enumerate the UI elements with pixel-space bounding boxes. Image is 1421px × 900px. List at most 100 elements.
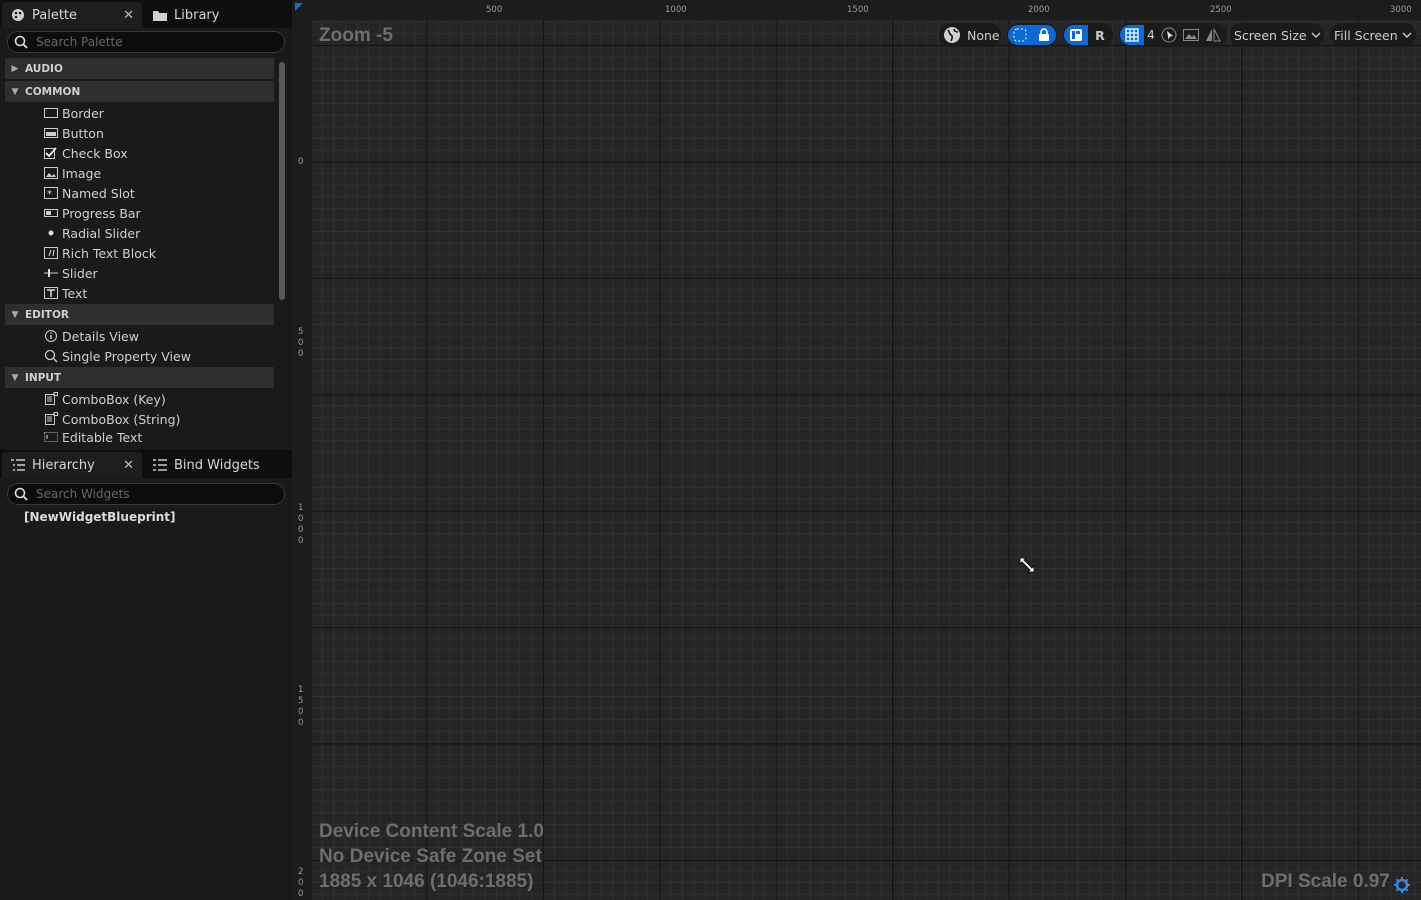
category-label: EDITOR <box>25 308 69 321</box>
designer-grid[interactable] <box>312 20 1421 900</box>
palette-tabbar: Palette ✕ Library <box>0 0 292 28</box>
hierarchy-search-box[interactable] <box>7 483 285 505</box>
palette-item-details-view[interactable]: Details View <box>44 326 139 346</box>
cursor-icon <box>1161 27 1177 43</box>
category-input[interactable]: ▼ INPUT <box>5 367 274 388</box>
ruler-corner <box>292 0 312 20</box>
palette-item-combobox-key[interactable]: ComboBox (Key) <box>44 389 166 409</box>
chevron-down-icon <box>1311 32 1321 38</box>
category-common[interactable]: ▼ COMMON <box>5 81 274 102</box>
collapse-down-icon: ▼ <box>11 372 19 383</box>
close-icon[interactable]: ✕ <box>123 8 134 23</box>
ruler-tick-label: 1000 <box>665 5 687 15</box>
item-label: Slider <box>62 265 98 281</box>
lock-button[interactable] <box>1032 25 1056 45</box>
category-audio[interactable]: ▶ AUDIO <box>5 58 274 79</box>
palette-item-button[interactable]: Button <box>44 123 104 143</box>
dpi-scale: DPI Scale 0.97 <box>1261 871 1390 892</box>
palette-search-box[interactable] <box>7 31 285 53</box>
ruler-tick-label: 2500 <box>1210 5 1232 15</box>
list-icon <box>152 457 168 473</box>
item-label: Single Property View <box>62 348 191 364</box>
item-label: Editable Text <box>62 429 143 445</box>
chevron-down-icon <box>1402 32 1412 38</box>
palette-item-progress-bar[interactable]: Progress Bar <box>44 203 141 223</box>
palette-item-editable-text[interactable]: Editable Text <box>44 429 142 445</box>
close-icon[interactable]: ✕ <box>123 458 134 473</box>
hierarchy-root-item[interactable]: [NewWidgetBlueprint] <box>24 510 175 524</box>
palette-scrollbar[interactable] <box>279 62 285 300</box>
palette-item-named-slot[interactable]: * Named Slot <box>44 183 135 203</box>
palette-item-combobox-string[interactable]: ComboBox (String) <box>44 409 180 429</box>
item-label: Named Slot <box>62 185 135 201</box>
svg-text:*: * <box>47 189 52 199</box>
palette-item-single-property-view[interactable]: Single Property View <box>44 346 191 366</box>
safe-zone-status: No Device Safe Zone Set <box>319 846 542 867</box>
select-mode-button[interactable] <box>1008 25 1032 45</box>
palette-item-slider[interactable]: Slider <box>44 263 98 283</box>
item-label: Details View <box>62 328 139 344</box>
palette-item-text[interactable]: Text <box>44 283 87 303</box>
cursor-preview-button[interactable] <box>1158 25 1180 45</box>
layout-transform-button[interactable] <box>1064 25 1088 45</box>
search-icon <box>14 35 28 49</box>
flip-preview-button[interactable] <box>1202 25 1224 45</box>
palette-item-check-box[interactable]: Check Box <box>44 143 128 163</box>
palette-item-rich-text-block[interactable]: Rich Text Block <box>44 243 156 263</box>
tab-library[interactable]: Library <box>144 2 284 28</box>
tab-bind-widgets[interactable]: Bind Widgets <box>144 452 284 478</box>
item-label: Button <box>62 125 104 141</box>
layout-icon <box>1070 29 1082 41</box>
item-label: ComboBox (String) <box>62 411 181 427</box>
ruler-tick-label: 500 <box>486 5 503 15</box>
palette-item-radial-slider[interactable]: Radial Slider <box>44 223 140 243</box>
collapse-down-icon: ▼ <box>11 309 19 320</box>
resize-cursor-icon <box>1019 557 1035 573</box>
background-preview-button[interactable] <box>1180 25 1202 45</box>
tab-palette[interactable]: Palette ✕ <box>2 2 142 28</box>
folder-icon <box>152 7 168 23</box>
palette-item-border[interactable]: Border <box>44 103 104 123</box>
ruler-tick-label: 3000 <box>1390 5 1412 15</box>
tab-bind-widgets-label: Bind Widgets <box>174 457 260 473</box>
ruler-tick-label: 2000 <box>298 867 304 899</box>
grid-snap-group: 4 <box>1119 23 1227 47</box>
combobox-icon <box>44 392 58 405</box>
fill-screen-label: Fill Screen <box>1334 27 1398 43</box>
localization-label: None <box>967 27 1000 43</box>
grid-snap-button[interactable] <box>1120 25 1144 45</box>
flip-icon <box>1206 28 1221 42</box>
hierarchy-search-input[interactable] <box>34 486 258 502</box>
search-icon <box>14 487 28 501</box>
palette-icon <box>10 7 26 23</box>
corner-marker-icon <box>295 3 303 11</box>
palette-search-input[interactable] <box>34 34 258 50</box>
zoom-label: Zoom -5 <box>319 25 393 46</box>
screen-size-label: Screen Size <box>1234 27 1307 43</box>
palette-item-image[interactable]: Image <box>44 163 101 183</box>
localization-dropdown[interactable]: None <box>939 23 1001 47</box>
collapse-down-icon: ▼ <box>11 86 19 97</box>
screen-size-dropdown[interactable]: Screen Size <box>1230 23 1324 47</box>
text-icon <box>44 287 58 299</box>
named-slot-icon: * <box>44 187 58 199</box>
editable-text-icon <box>44 431 58 443</box>
category-editor[interactable]: ▼ EDITOR <box>5 304 274 325</box>
item-label: Text <box>62 285 88 301</box>
ruler-tick-label: 500 <box>298 327 304 359</box>
fill-screen-dropdown[interactable]: Fill Screen <box>1330 23 1416 47</box>
item-label: Progress Bar <box>62 205 141 221</box>
transform-group: R <box>1063 23 1113 47</box>
radial-slider-icon <box>44 227 58 239</box>
gear-icon[interactable] <box>1393 876 1411 894</box>
grid-snap-value[interactable]: 4 <box>1144 25 1158 45</box>
hierarchy-tabbar: Hierarchy ✕ Bind Widgets <box>0 450 292 478</box>
respect-locks-group <box>1007 23 1057 47</box>
expand-right-icon: ▶ <box>11 63 19 74</box>
tab-hierarchy[interactable]: Hierarchy ✕ <box>2 452 142 478</box>
category-label: COMMON <box>25 85 81 98</box>
progress-bar-icon <box>44 207 58 219</box>
render-transform-button[interactable]: R <box>1088 25 1112 45</box>
tab-hierarchy-label: Hierarchy <box>32 457 95 473</box>
item-label: ComboBox (Key) <box>62 391 166 407</box>
